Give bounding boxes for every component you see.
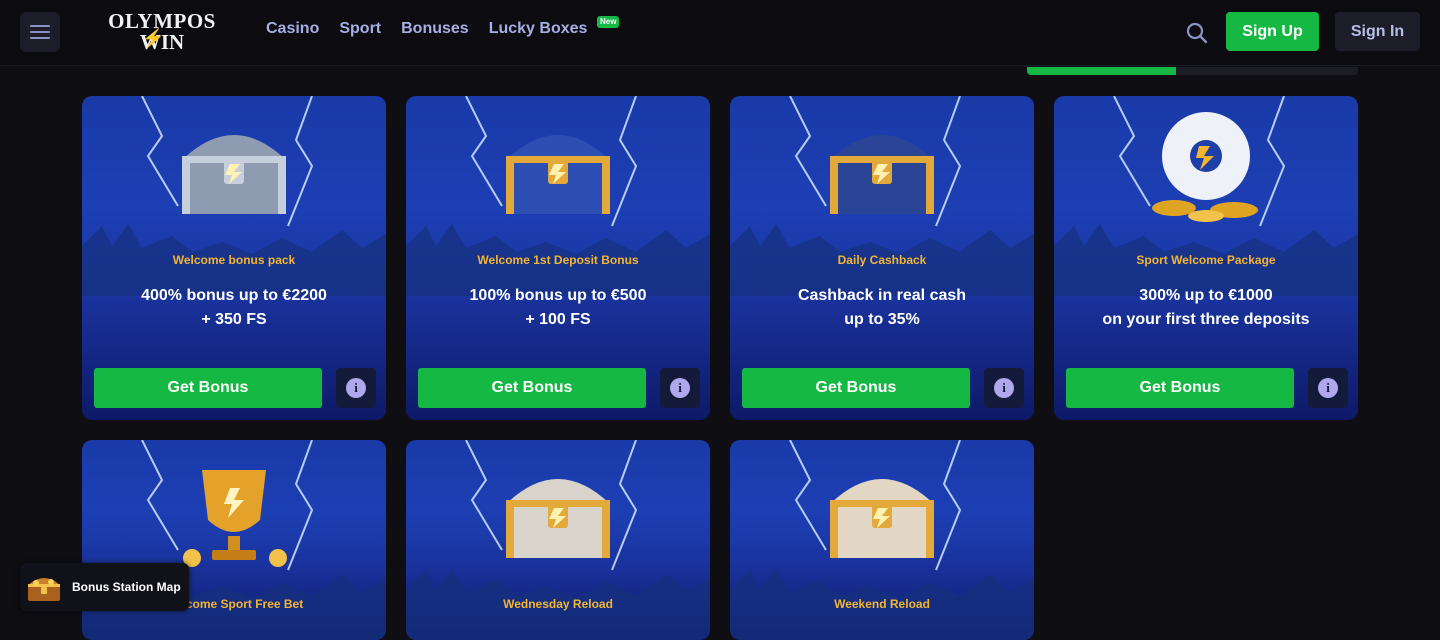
bonus-card: Sport Welcome Package 300% up to €1000 on… (1054, 96, 1358, 420)
bonus-card: Welcome bonus pack 400% bonus up to €2200… (82, 96, 386, 420)
nav-bonuses[interactable]: Bonuses (401, 20, 469, 38)
bonus-card-label: Welcome 1st Deposit Bonus (477, 253, 639, 267)
get-bonus-button[interactable]: Get Bonus (742, 368, 970, 408)
nav-casino[interactable]: Casino (266, 20, 319, 38)
lightning-icon: ⚡ (142, 28, 165, 48)
bonus-card-title: 300% up to €1000 on your first three dep… (1102, 287, 1310, 328)
map-widget-label: Bonus Station Map (72, 580, 181, 594)
bonus-card: Weekend Reload (730, 440, 1034, 640)
main-nav: Casino Sport Bonuses Lucky Boxes New (266, 16, 620, 38)
info-button[interactable]: i (1308, 368, 1348, 408)
search-button[interactable] (1184, 20, 1210, 46)
bonus-card: Wednesday Reload (406, 440, 710, 640)
hamburger-menu-button[interactable] (20, 12, 60, 52)
bonus-card-label: Sport Welcome Package (1136, 253, 1276, 267)
bonus-card: Daily Cashback Cashback in real cash up t… (730, 96, 1034, 420)
new-badge: New (596, 16, 620, 28)
hamburger-line (30, 37, 50, 39)
bonus-station-map-button[interactable]: Bonus Station Map (20, 563, 189, 611)
nav-lucky-boxes[interactable]: Lucky Boxes New (488, 16, 620, 38)
progress-fill (1027, 67, 1176, 75)
bonus-card-label: Weekend Reload (834, 597, 930, 611)
bonus-card-label: Daily Cashback (837, 253, 927, 267)
treasure-chest-icon (28, 578, 60, 601)
nav-sport[interactable]: Sport (339, 20, 381, 38)
info-button[interactable]: i (660, 368, 700, 408)
info-icon: i (346, 378, 366, 398)
bonus-card-label: Welcome bonus pack (172, 253, 296, 267)
info-button[interactable]: i (336, 368, 376, 408)
sign-up-button[interactable]: Sign Up (1226, 12, 1319, 51)
search-icon (1186, 22, 1208, 44)
bonus-card-title: 400% bonus up to €2200 + 350 FS (141, 287, 327, 328)
site-logo[interactable]: OLYMPOS ⚡ WIN (100, 10, 224, 54)
bonus-card: Welcome 1st Deposit Bonus 100% bonus up t… (406, 96, 710, 420)
info-button[interactable]: i (984, 368, 1024, 408)
bonus-card-title: Cashback in real cash up to 35% (797, 287, 967, 328)
info-icon: i (1318, 378, 1338, 398)
hamburger-line (30, 25, 50, 27)
hamburger-line (30, 31, 50, 33)
info-icon: i (994, 378, 1014, 398)
sign-in-button[interactable]: Sign In (1335, 12, 1420, 51)
bonus-card-title: 100% bonus up to €500 + 100 FS (469, 287, 647, 328)
info-icon: i (670, 378, 690, 398)
top-header: OLYMPOS ⚡ WIN Casino Sport Bonuses Lucky … (0, 0, 1440, 66)
progress-bar (1027, 67, 1358, 75)
get-bonus-button[interactable]: Get Bonus (1066, 368, 1294, 408)
nav-lucky-boxes-label: Lucky Boxes (488, 20, 588, 37)
get-bonus-button[interactable]: Get Bonus (94, 368, 322, 408)
bonus-card-label: Wednesday Reload (503, 597, 613, 611)
get-bonus-button[interactable]: Get Bonus (418, 368, 646, 408)
